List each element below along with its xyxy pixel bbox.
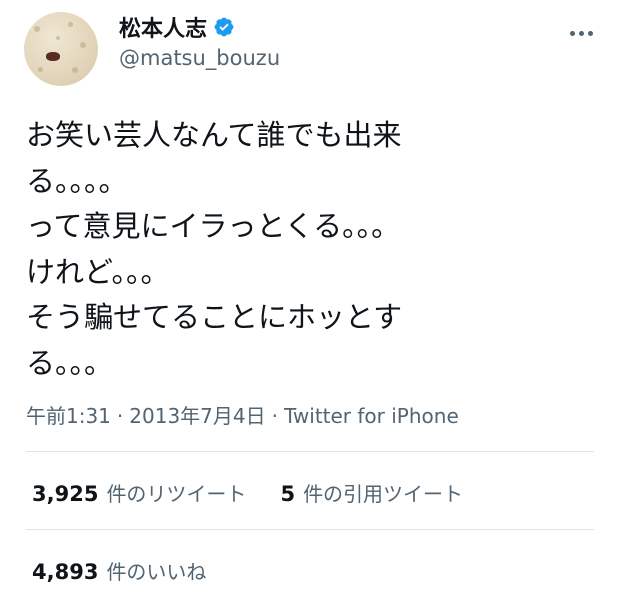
user-handle[interactable]: @matsu_bouzu [119, 46, 280, 70]
likes-stat[interactable]: 4,893 件のいいね [32, 556, 206, 585]
user-name-row: 松本人志 [119, 12, 235, 42]
tweet-text: お笑い芸人なんて誰でも出来 る。。。。 って意見にイラっとくる。。。 けれど。。… [26, 118, 403, 380]
retweets-count: 3,925 [32, 481, 99, 506]
more-horizontal-icon [569, 30, 575, 36]
tweet-date[interactable]: 2013年7月4日 [129, 404, 265, 428]
tweet-meta: 午前1:31 · 2013年7月4日 · Twitter for iPhone [26, 400, 459, 429]
more-options-button[interactable] [564, 22, 598, 44]
display-name[interactable]: 松本人志 [119, 11, 207, 43]
meta-separator: · [271, 404, 278, 428]
quotes-label: 件の引用ツイート [303, 481, 464, 506]
retweets-label: 件のリツイート [106, 481, 247, 506]
tweet-source[interactable]: Twitter for iPhone [284, 404, 459, 428]
divider [26, 451, 594, 452]
verified-badge-icon [214, 17, 234, 37]
retweets-stat[interactable]: 3,925 件のリツイート [32, 478, 246, 507]
avatar-mark [46, 52, 60, 61]
meta-separator: · [116, 404, 124, 428]
quotes-stat[interactable]: 5 件の引用ツイート [280, 478, 463, 507]
retweet-stats-row: 3,925 件のリツイート 5 件の引用ツイート [32, 477, 497, 507]
quotes-count: 5 [280, 481, 296, 506]
avatar[interactable] [24, 12, 98, 86]
likes-stats-row: 4,893 件のいいね [32, 555, 240, 585]
likes-count: 4,893 [32, 559, 99, 584]
divider [26, 529, 594, 530]
tweet-time[interactable]: 午前1:31 [26, 404, 111, 428]
likes-label: 件のいいね [106, 559, 207, 584]
